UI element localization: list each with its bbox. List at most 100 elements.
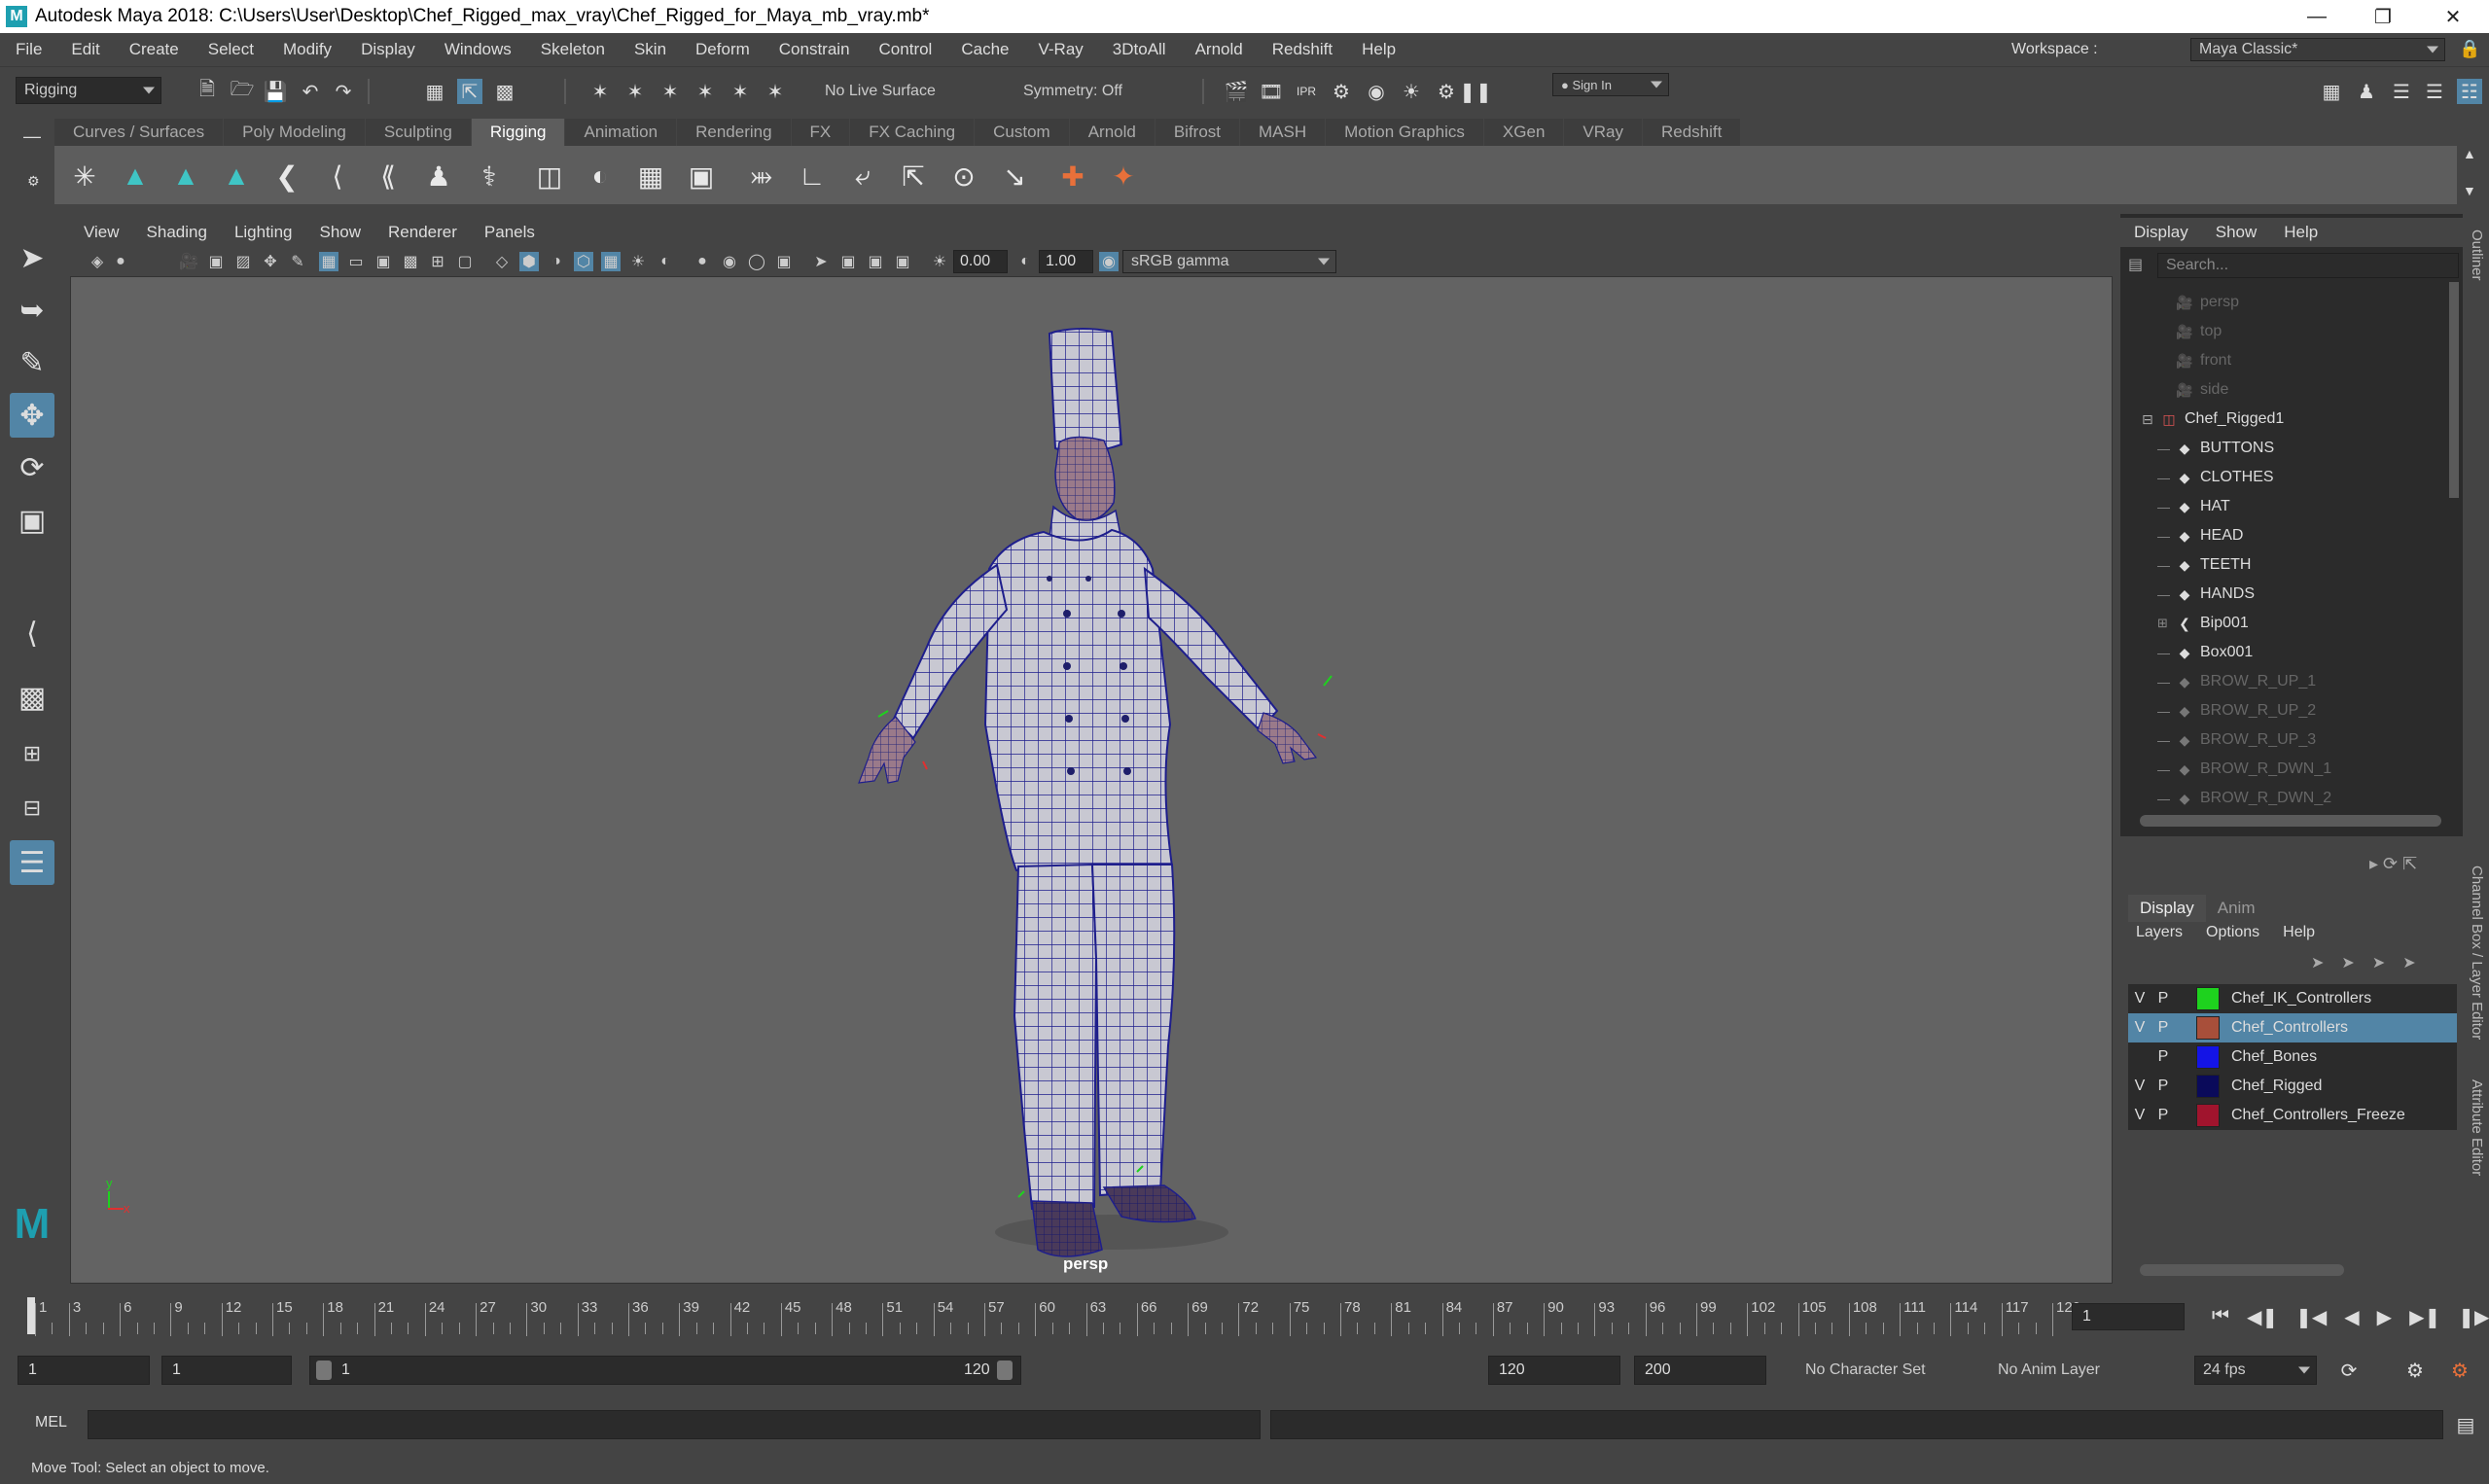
- current-time-marker[interactable]: [27, 1297, 35, 1334]
- scene-end-field[interactable]: 200: [1634, 1356, 1766, 1385]
- undo-icon[interactable]: ↶: [298, 79, 323, 104]
- scale-tool-icon[interactable]: ▣: [10, 498, 54, 543]
- tab-fx-caching[interactable]: FX Caching: [850, 119, 975, 146]
- menu-help[interactable]: Help: [1347, 40, 1410, 59]
- command-language-label[interactable]: MEL: [35, 1414, 67, 1431]
- two-d-pan-icon[interactable]: ✥: [261, 252, 280, 271]
- menu-set-dropdown[interactable]: Rigging: [16, 77, 161, 104]
- view-transform-dropdown[interactable]: sRGB gamma: [1122, 250, 1336, 273]
- sign-in-dropdown[interactable]: ● Sign In: [1552, 73, 1669, 96]
- menu-skin[interactable]: Skin: [620, 40, 681, 59]
- shelf-scroll-down-icon[interactable]: ▼: [2463, 183, 2476, 198]
- open-scene-icon[interactable]: 🗁: [230, 79, 255, 104]
- outliner-item[interactable]: 🎥 persp: [2130, 288, 2451, 317]
- go-to-start-icon[interactable]: ⏮: [2212, 1305, 2229, 1329]
- menu-edit[interactable]: Edit: [56, 40, 114, 59]
- joint-tool-icon[interactable]: ❮: [268, 158, 305, 194]
- cluster-icon[interactable]: ▣: [683, 158, 720, 194]
- minimize-icon[interactable]: —: [2288, 0, 2346, 33]
- outliner-item[interactable]: — ◆ HANDS: [2130, 580, 2451, 609]
- layer-playback-toggle[interactable]: P: [2151, 1019, 2175, 1037]
- tab-curves-surfaces[interactable]: Curves / Surfaces: [54, 119, 224, 146]
- shelf-scroll-up-icon[interactable]: ▲: [2463, 146, 2476, 161]
- isolate-select-icon[interactable]: ➤: [811, 252, 831, 271]
- wireframe-on-shaded-icon[interactable]: ⬡: [574, 252, 593, 271]
- four-view-layout-icon[interactable]: ⊞: [10, 731, 54, 776]
- menu-display[interactable]: Display: [346, 40, 430, 59]
- current-frame-field[interactable]: 1: [2072, 1303, 2185, 1330]
- select-hierarchy-icon[interactable]: ▦: [422, 79, 447, 104]
- playback-end-field[interactable]: 120: [1488, 1356, 1620, 1385]
- step-back-frame-icon[interactable]: ❚◀: [2295, 1305, 2327, 1329]
- viewport-menu-panels[interactable]: Panels: [471, 223, 549, 242]
- layer-row[interactable]: V P Chef_Controllers_Freeze: [2128, 1101, 2457, 1130]
- layer-row[interactable]: V P Chef_Rigged: [2128, 1072, 2457, 1101]
- tab-animation[interactable]: Animation: [565, 119, 677, 146]
- anti-aliasing-icon[interactable]: ◯: [747, 252, 766, 271]
- channel-box-icons[interactable]: ▸ ⟳ ⇱: [2369, 854, 2417, 874]
- side-tab-channel-box[interactable]: Channel Box / Layer Editor: [2469, 866, 2485, 1040]
- outliner-item[interactable]: 🎥 front: [2130, 346, 2451, 375]
- remove-influence-icon[interactable]: ✦: [1105, 158, 1142, 194]
- chef-model[interactable]: [71, 277, 2113, 1284]
- menu-arnold[interactable]: Arnold: [1181, 40, 1258, 59]
- outliner-item[interactable]: — ◆ BUTTONS: [2130, 434, 2451, 463]
- collapse-icon[interactable]: ⊟: [2142, 411, 2153, 428]
- side-tab-outliner[interactable]: Outliner: [2469, 230, 2485, 281]
- point-constraint-icon[interactable]: ∟: [794, 158, 831, 194]
- select-component-icon[interactable]: ▩: [492, 79, 517, 104]
- tool-settings-icon[interactable]: ☰: [2422, 79, 2447, 104]
- hik-define-icon[interactable]: ▲: [167, 158, 204, 194]
- move-tool-icon[interactable]: ✥: [10, 393, 54, 438]
- add-influence-icon[interactable]: ✚: [1054, 158, 1091, 194]
- workspace-dropdown[interactable]: Maya Classic*: [2190, 38, 2445, 61]
- outliner-item[interactable]: — ◆ BROW_R_UP_2: [2130, 696, 2451, 725]
- snap-surface-icon[interactable]: ✶: [728, 79, 753, 104]
- create-locator-icon[interactable]: ✳: [66, 158, 103, 194]
- snap-pivot-icon[interactable]: ✶: [763, 79, 788, 104]
- layer-playback-toggle[interactable]: P: [2151, 990, 2175, 1007]
- modeling-toolkit-icon[interactable]: ▦: [2319, 79, 2344, 104]
- film-gate-icon[interactable]: ▭: [346, 252, 366, 271]
- outliner-item[interactable]: — ◆ BROW_R_UP_1: [2130, 667, 2451, 696]
- menu-file[interactable]: File: [0, 40, 56, 59]
- snap-grid-icon[interactable]: ✶: [587, 79, 613, 104]
- hypershade-icon[interactable]: ◉: [1364, 79, 1389, 104]
- wireframe-icon[interactable]: ◇: [492, 252, 512, 271]
- side-tab-attribute-editor[interactable]: Attribute Editor: [2469, 1079, 2485, 1176]
- outliner-item[interactable]: ⊟ ◫ Chef_Rigged1: [2130, 405, 2451, 434]
- tab-rendering[interactable]: Rendering: [677, 119, 791, 146]
- gate-mask-icon[interactable]: ▩: [401, 252, 420, 271]
- character-set-dropdown[interactable]: No Character Set: [1797, 1356, 1973, 1385]
- chef-hat[interactable]: [1048, 328, 1123, 454]
- layer-visibility-toggle[interactable]: V: [2128, 990, 2151, 1007]
- vray-render-icon[interactable]: ☀: [1399, 79, 1424, 104]
- time-ruler[interactable]: 1 3 6 9 12 15 18 21 24 27 30 33 36 39 42 45 48 51 54 57 60 63…: [19, 1295, 2080, 1336]
- step-forward-key-icon[interactable]: ❚▶: [2458, 1305, 2489, 1329]
- smooth-shade-icon[interactable]: ⬢: [519, 252, 539, 271]
- attribute-editor-icon[interactable]: ☰: [2389, 79, 2414, 104]
- use-all-lights-icon[interactable]: ☀: [628, 252, 648, 271]
- save-scene-icon[interactable]: 💾: [263, 79, 288, 104]
- outliner-item[interactable]: 🎥 top: [2130, 317, 2451, 346]
- close-icon[interactable]: ✕: [2424, 0, 2482, 33]
- layer-row[interactable]: P Chef_Bones: [2128, 1042, 2457, 1072]
- rotate-tool-icon[interactable]: ⟳: [10, 445, 54, 490]
- single-perspective-layout-icon[interactable]: ▩: [10, 675, 54, 720]
- tab-bifrost[interactable]: Bifrost: [1155, 119, 1240, 146]
- maximize-icon[interactable]: ❐: [2354, 0, 2412, 33]
- tab-display-layers[interactable]: Display: [2128, 895, 2206, 922]
- chef-left-hand[interactable]: [1257, 712, 1318, 764]
- tab-anim-layers[interactable]: Anim: [2206, 895, 2267, 922]
- tab-vray[interactable]: VRay: [1564, 119, 1642, 146]
- menu-redshift[interactable]: Redshift: [1258, 40, 1347, 59]
- parent-constraint-icon[interactable]: ⤕: [743, 158, 780, 194]
- resolution-gate-icon[interactable]: ▣: [373, 252, 393, 271]
- ambient-occlusion-icon[interactable]: ●: [693, 252, 712, 271]
- chef-right-pant-leg[interactable]: [1013, 863, 1098, 1211]
- snap-point-icon[interactable]: ✶: [658, 79, 683, 104]
- layer-color-swatch[interactable]: [2196, 1045, 2220, 1069]
- shelf-settings-icon[interactable]: ⚙: [27, 173, 40, 190]
- skeleton-icon[interactable]: ⚕: [471, 158, 508, 194]
- layer-playback-toggle[interactable]: P: [2151, 1078, 2175, 1095]
